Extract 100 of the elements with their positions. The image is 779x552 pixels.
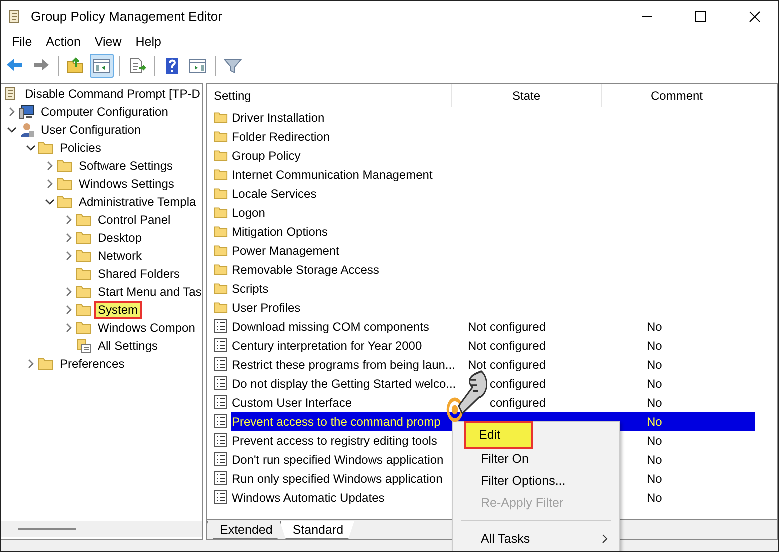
expanded-chevron-icon[interactable] [7, 125, 17, 135]
table-cell: Restrict these programs from being laun... [232, 358, 456, 372]
column-header[interactable]: Comment [602, 84, 752, 107]
folder-icon [76, 248, 92, 264]
tree-item[interactable]: Network [96, 249, 144, 263]
table-cell: Download missing COM components [232, 320, 430, 334]
folder-icon [214, 110, 228, 125]
expanded-chevron-icon[interactable] [45, 197, 55, 207]
collapsed-chevron-icon[interactable] [7, 107, 17, 117]
close-icon [749, 10, 761, 22]
tree-item[interactable]: User Configuration [39, 123, 144, 137]
folder-icon [214, 129, 228, 144]
folder-icon [57, 176, 73, 192]
collapsed-chevron-icon[interactable] [45, 161, 55, 171]
table-cell: No [647, 358, 662, 372]
policy-setting-icon [214, 433, 228, 448]
scrollbar-thumb[interactable] [18, 528, 76, 530]
tree-item[interactable]: All Settings [96, 339, 160, 353]
pane-toggle-icon [93, 57, 111, 75]
folder-icon [214, 205, 228, 220]
tree-item[interactable]: Windows Settings [77, 177, 176, 191]
folder-icon [76, 230, 92, 246]
table-cell: Power Management [232, 244, 340, 258]
tree-item[interactable]: Software Settings [77, 159, 176, 173]
table-cell: Don't run specified Windows application [232, 452, 444, 466]
table-cell: Folder Redirection [232, 130, 330, 144]
table-cell: Scripts [232, 282, 269, 296]
pane-toggle-icon [189, 57, 207, 75]
column-header[interactable]: State [452, 84, 602, 107]
folder-icon [214, 262, 228, 277]
table-cell: Group Policy [232, 148, 301, 162]
folder-icon [38, 356, 54, 372]
table-cell-text: configured [488, 396, 546, 410]
collapsed-chevron-icon[interactable] [64, 287, 74, 297]
folder-icon [214, 281, 228, 296]
collapsed-chevron-icon[interactable] [64, 251, 74, 261]
collapsed-chevron-icon[interactable] [64, 323, 74, 333]
collapsed-chevron-icon[interactable] [64, 233, 74, 243]
settings-list-icon [76, 338, 92, 354]
menu-item[interactable]: View [88, 35, 129, 49]
folder-icon [57, 158, 73, 174]
folder-icon [214, 167, 228, 182]
table-cell: User Profiles [232, 300, 301, 314]
menu-item[interactable]: All Tasks [453, 528, 619, 549]
collapsed-chevron-icon[interactable] [64, 305, 74, 315]
tree-item[interactable]: Computer Configuration [39, 105, 170, 119]
table-cell-text: Not configured [466, 358, 546, 372]
table-cell: No [647, 434, 662, 448]
tree-item[interactable]: Policies [58, 141, 104, 155]
table-cell: Century interpretation for Year 2000 [232, 338, 422, 352]
collapsed-chevron-icon[interactable] [26, 359, 36, 369]
policy-setting-icon [214, 395, 228, 410]
tree-item[interactable]: Disable Command Prompt [TP-D [23, 87, 202, 101]
menu-item[interactable]: Help [128, 35, 168, 49]
tree-item[interactable]: Shared Folders [96, 267, 182, 281]
toolbar-button[interactable] [90, 54, 114, 78]
table-cell: No [647, 414, 662, 428]
policy-setting-icon [214, 414, 228, 429]
collapsed-chevron-icon[interactable] [45, 179, 55, 189]
table-cell: Internet Communication Management [232, 168, 433, 182]
column-header[interactable]: Setting [207, 84, 452, 107]
menu-item[interactable]: Edit [466, 423, 531, 447]
view-tab[interactable]: Standard [280, 521, 355, 539]
menu-item[interactable]: Filter On [453, 448, 619, 469]
table-cell: Logon [232, 206, 266, 220]
export-list-icon [128, 57, 146, 75]
tree-item[interactable]: Control Panel [96, 213, 173, 227]
table-cell: No [647, 320, 662, 334]
table-cell: Run only specified Windows application [232, 472, 443, 486]
folder-icon [214, 243, 228, 258]
menu-item[interactable]: Action [39, 35, 88, 49]
folder-icon [76, 284, 92, 300]
folder-icon [76, 212, 92, 228]
table-cell: No [647, 472, 662, 486]
table-cell: No [647, 490, 662, 504]
folder-icon [57, 194, 73, 210]
tree-item[interactable]: System [96, 303, 140, 317]
tree-item[interactable]: Administrative Templa [77, 195, 198, 209]
tree-item[interactable]: Windows Compon [96, 321, 198, 335]
tree-item[interactable]: Preferences [58, 357, 127, 371]
table-cell: Prevent access to the command promp [232, 414, 441, 428]
folder-icon [214, 186, 228, 201]
policy-setting-icon [214, 357, 228, 372]
policy-setting-icon [214, 338, 228, 353]
collapsed-chevron-icon[interactable] [64, 215, 74, 225]
tree-item[interactable]: Desktop [96, 231, 144, 245]
folder-icon [214, 148, 228, 163]
policy-setting-icon [214, 452, 228, 467]
menu-item[interactable]: File [5, 35, 40, 49]
table-cell: Mitigation Options [232, 224, 328, 238]
menu-item[interactable]: Filter Options... [453, 470, 619, 491]
table-cell: Driver Installation [232, 110, 325, 124]
folder-icon [76, 266, 92, 282]
policy-setting-icon [214, 319, 228, 334]
folder-icon [76, 320, 92, 336]
expanded-chevron-icon[interactable] [26, 143, 36, 153]
folder-icon [214, 224, 228, 239]
table-cell: No [647, 376, 662, 390]
policy-setting-icon [214, 471, 228, 486]
tree-item[interactable]: Start Menu and Tas [96, 285, 204, 299]
